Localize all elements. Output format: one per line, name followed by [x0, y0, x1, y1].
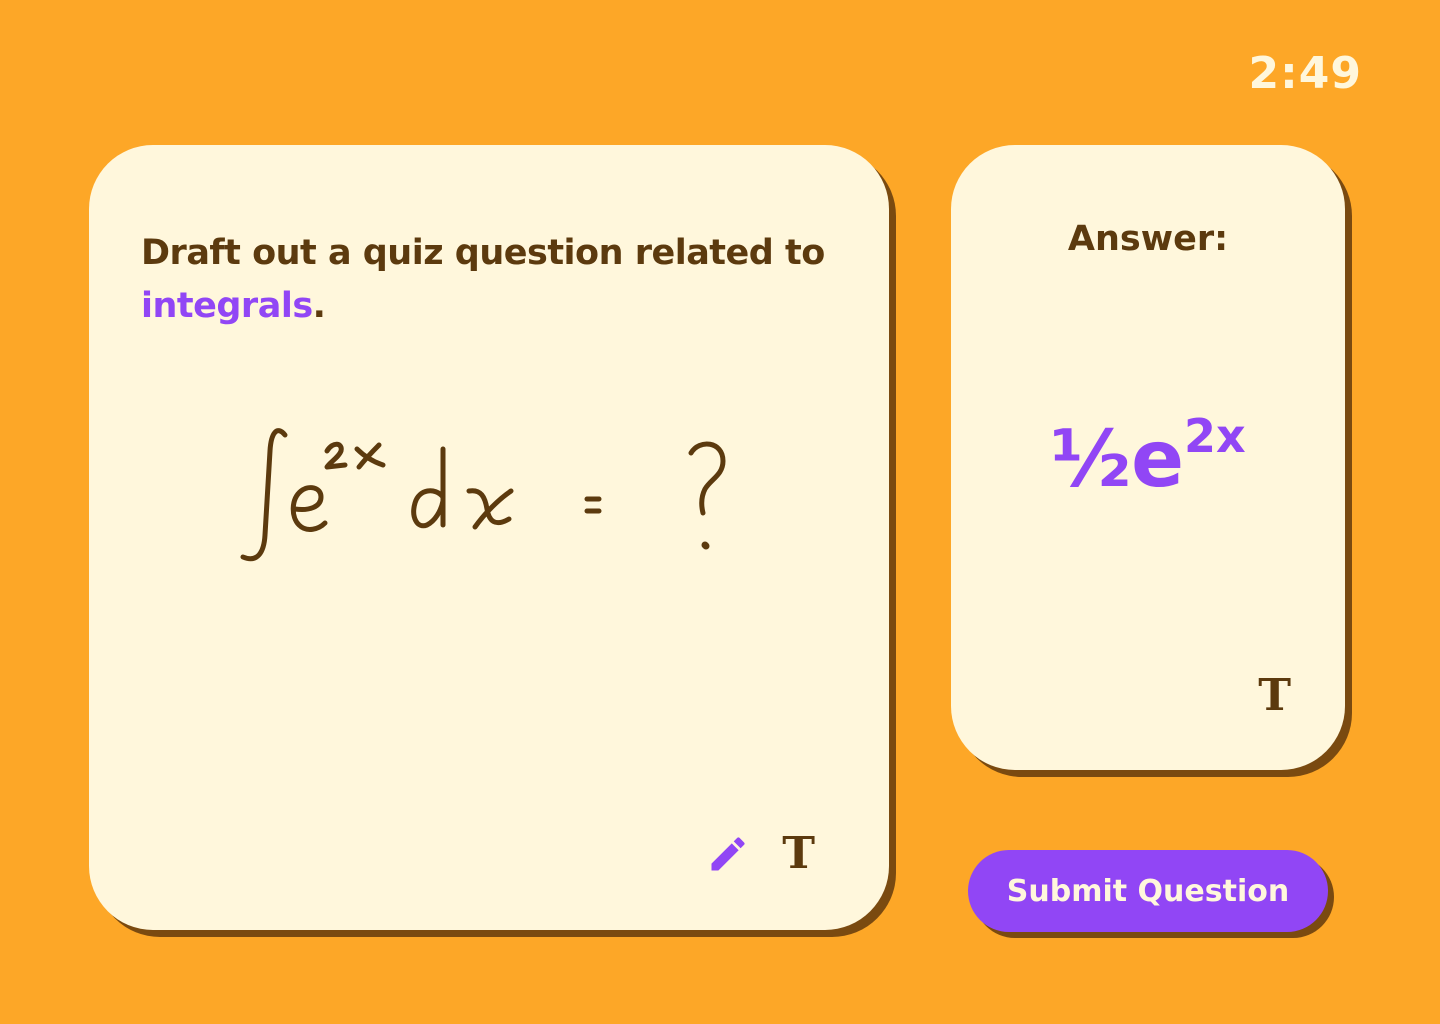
question-prompt: Draft out a quiz question related to int… [141, 227, 841, 333]
question-tools: T [706, 832, 815, 876]
answer-value: ½e2x [951, 413, 1345, 499]
submit-question-button[interactable]: Submit Question [968, 850, 1328, 932]
countdown-timer: 2:49 [1248, 48, 1362, 99]
prompt-topic: integrals [141, 286, 313, 326]
text-tool-icon[interactable]: T [782, 832, 815, 876]
text-tool-icon[interactable]: T [1258, 674, 1291, 718]
answer-base: ½e [1050, 415, 1184, 505]
answer-card[interactable]: Answer: ½e2x T [951, 145, 1345, 770]
prompt-text: Draft out a quiz question related to [141, 233, 825, 273]
question-card[interactable]: Draft out a quiz question related to int… [89, 145, 889, 930]
answer-exponent: 2x [1183, 409, 1246, 463]
pencil-icon[interactable] [706, 832, 750, 876]
handwritten-expression [240, 428, 726, 562]
answer-tools: T [1258, 674, 1291, 718]
prompt-end: . [312, 286, 326, 326]
answer-label: Answer: [1067, 219, 1229, 259]
